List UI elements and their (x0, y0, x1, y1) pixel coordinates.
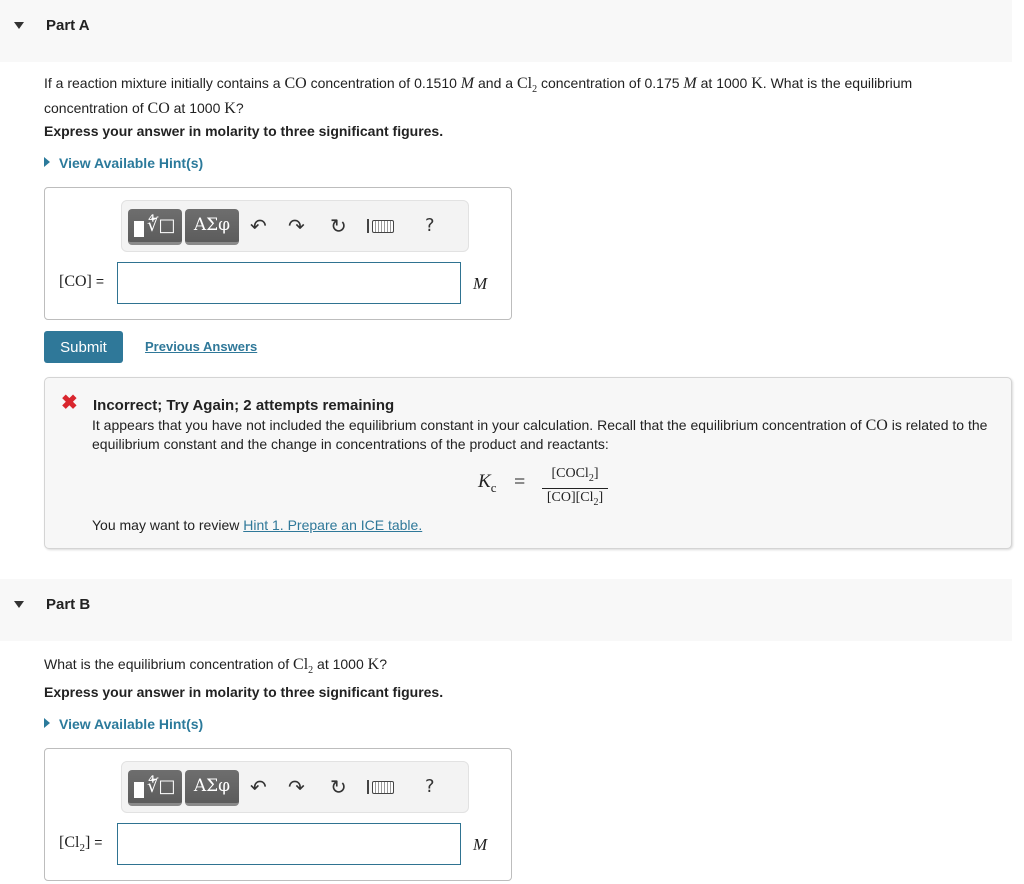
question-text: concentration of 0.1510 (306, 75, 461, 91)
equals-sign: = (94, 834, 103, 850)
denominator-text: [CO][Cl (546, 489, 594, 505)
templates-button[interactable]: ∜̄□ (128, 209, 182, 245)
math-toolbar: ∜̄□ ΑΣφ ↶ ↷ ↻ ? (121, 200, 469, 252)
part-b-answer-box: ∜̄□ ΑΣφ ↶ ↷ ↻ ? [Cl2] = M (44, 748, 512, 881)
view-hints-label: View Available Hint(s) (59, 155, 204, 171)
review-text: You may want to review (92, 517, 244, 533)
previous-answers-link[interactable]: Previous Answers (145, 339, 257, 354)
feedback-review: You may want to review Hint 1. Prepare a… (92, 517, 422, 533)
view-hints-label: View Available Hint(s) (59, 716, 204, 732)
formula-cl: Cl (516, 75, 533, 92)
answer-label-text: ] (84, 834, 91, 851)
formula-cl: Cl (293, 656, 309, 673)
answer-label: [CO] = (59, 273, 104, 291)
expand-triangle-icon (44, 157, 50, 167)
divider (367, 780, 369, 794)
k-letter: K (478, 471, 491, 492)
greek-symbols-button[interactable]: ΑΣφ (185, 770, 239, 806)
expand-triangle-icon (44, 718, 50, 728)
incorrect-x-icon: ✖ (61, 392, 78, 414)
part-b-question: What is the equilibrium concentration of… (44, 655, 387, 680)
templates-button[interactable]: ∜̄□ (128, 770, 182, 806)
part-b-title: Part B (46, 596, 91, 613)
answer-unit: M (473, 835, 488, 854)
keyboard-icon[interactable] (372, 781, 394, 794)
redo-icon[interactable]: ↷ (288, 213, 305, 239)
feedback-status: Incorrect; Try Again; 2 attempts remaini… (93, 397, 395, 414)
template-block-icon (134, 782, 144, 798)
help-button[interactable]: ? (425, 213, 435, 239)
feedback-body: It appears that you have not included th… (92, 416, 992, 453)
formula-co: CO (147, 99, 170, 117)
redo-icon[interactable]: ↷ (288, 774, 305, 800)
formula-co: CO (284, 75, 307, 92)
unit-k: K (367, 656, 380, 673)
divider (367, 219, 369, 233)
question-text: concentration of 0.175 (537, 75, 684, 91)
question-text: ? (235, 99, 244, 116)
collapse-triangle-icon[interactable] (14, 22, 24, 29)
root-template-icon: ∜̄□ (147, 776, 176, 797)
kc-symbol: Kc (478, 471, 496, 496)
numerator-text: ] (593, 466, 599, 481)
part-a-instruction: Express your answer in molarity to three… (44, 123, 444, 139)
question-text: concentration of (44, 99, 148, 116)
part-a-title: Part A (46, 17, 90, 34)
unit-m: M (460, 75, 475, 92)
part-a-answer-box: ∜̄□ ΑΣφ ↶ ↷ ↻ ? [CO] = M (44, 187, 512, 320)
numerator-text: [COCl (551, 466, 589, 481)
collapse-triangle-icon[interactable] (14, 601, 24, 608)
unit-m: M (683, 75, 697, 92)
question-text: If a reaction mixture initially contains… (44, 75, 285, 91)
cl2-answer-input[interactable] (117, 823, 461, 865)
hint-1-link[interactable]: Hint 1. Prepare an ICE table. (243, 517, 422, 533)
answer-label: [Cl2] = (59, 834, 102, 854)
greek-symbols-button[interactable]: ΑΣφ (185, 209, 239, 245)
part-b-header[interactable]: Part B (0, 579, 1012, 641)
question-text: at 1000 (313, 656, 368, 672)
part-a-view-hints-link[interactable]: View Available Hint(s) (44, 155, 203, 171)
question-text: and a (474, 75, 517, 91)
undo-icon[interactable]: ↶ (250, 774, 267, 800)
reset-icon[interactable]: ↻ (330, 213, 347, 239)
undo-icon[interactable]: ↶ (250, 213, 267, 239)
answer-label-text: [CO] (59, 273, 92, 290)
keyboard-icon[interactable] (372, 220, 394, 233)
formula-co: CO (865, 417, 888, 434)
root-template-icon: ∜̄□ (147, 215, 176, 236)
unit-k: K (224, 99, 236, 117)
feedback-text: It appears that you have not included th… (92, 417, 866, 433)
numerator: [COCl2] (542, 465, 608, 489)
part-a-header[interactable]: Part A (0, 0, 1012, 62)
question-text: at 1000 (169, 99, 225, 116)
c-subscript: c (490, 479, 497, 495)
denominator: [CO][Cl2] (542, 489, 608, 511)
help-button[interactable]: ? (425, 774, 435, 800)
part-a-question: If a reaction mixture initially contains… (44, 74, 994, 118)
reset-icon[interactable]: ↻ (330, 774, 347, 800)
formula-equals: = (514, 471, 526, 493)
answer-label-text: [Cl (59, 834, 80, 851)
question-text: ? (379, 656, 387, 672)
fraction: [COCl2] [CO][Cl2] (542, 465, 608, 511)
submit-button[interactable]: Submit (44, 331, 123, 363)
question-text: What is the equilibrium concentration of (44, 656, 294, 672)
answer-unit: M (473, 274, 488, 293)
part-b-instruction: Express your answer in molarity to three… (44, 684, 444, 700)
feedback-panel: ✖ Incorrect; Try Again; 2 attempts remai… (44, 377, 1012, 549)
co-answer-input[interactable] (117, 262, 461, 304)
template-block-icon (134, 221, 144, 237)
question-text: . What is the equilibrium (762, 75, 913, 91)
unit-k: K (751, 75, 763, 92)
math-toolbar: ∜̄□ ΑΣφ ↶ ↷ ↻ ? (121, 761, 469, 813)
denominator-text: ] (598, 489, 604, 505)
question-text: at 1000 (696, 75, 752, 91)
equals-sign: = (95, 273, 105, 289)
part-b-view-hints-link[interactable]: View Available Hint(s) (44, 716, 203, 732)
